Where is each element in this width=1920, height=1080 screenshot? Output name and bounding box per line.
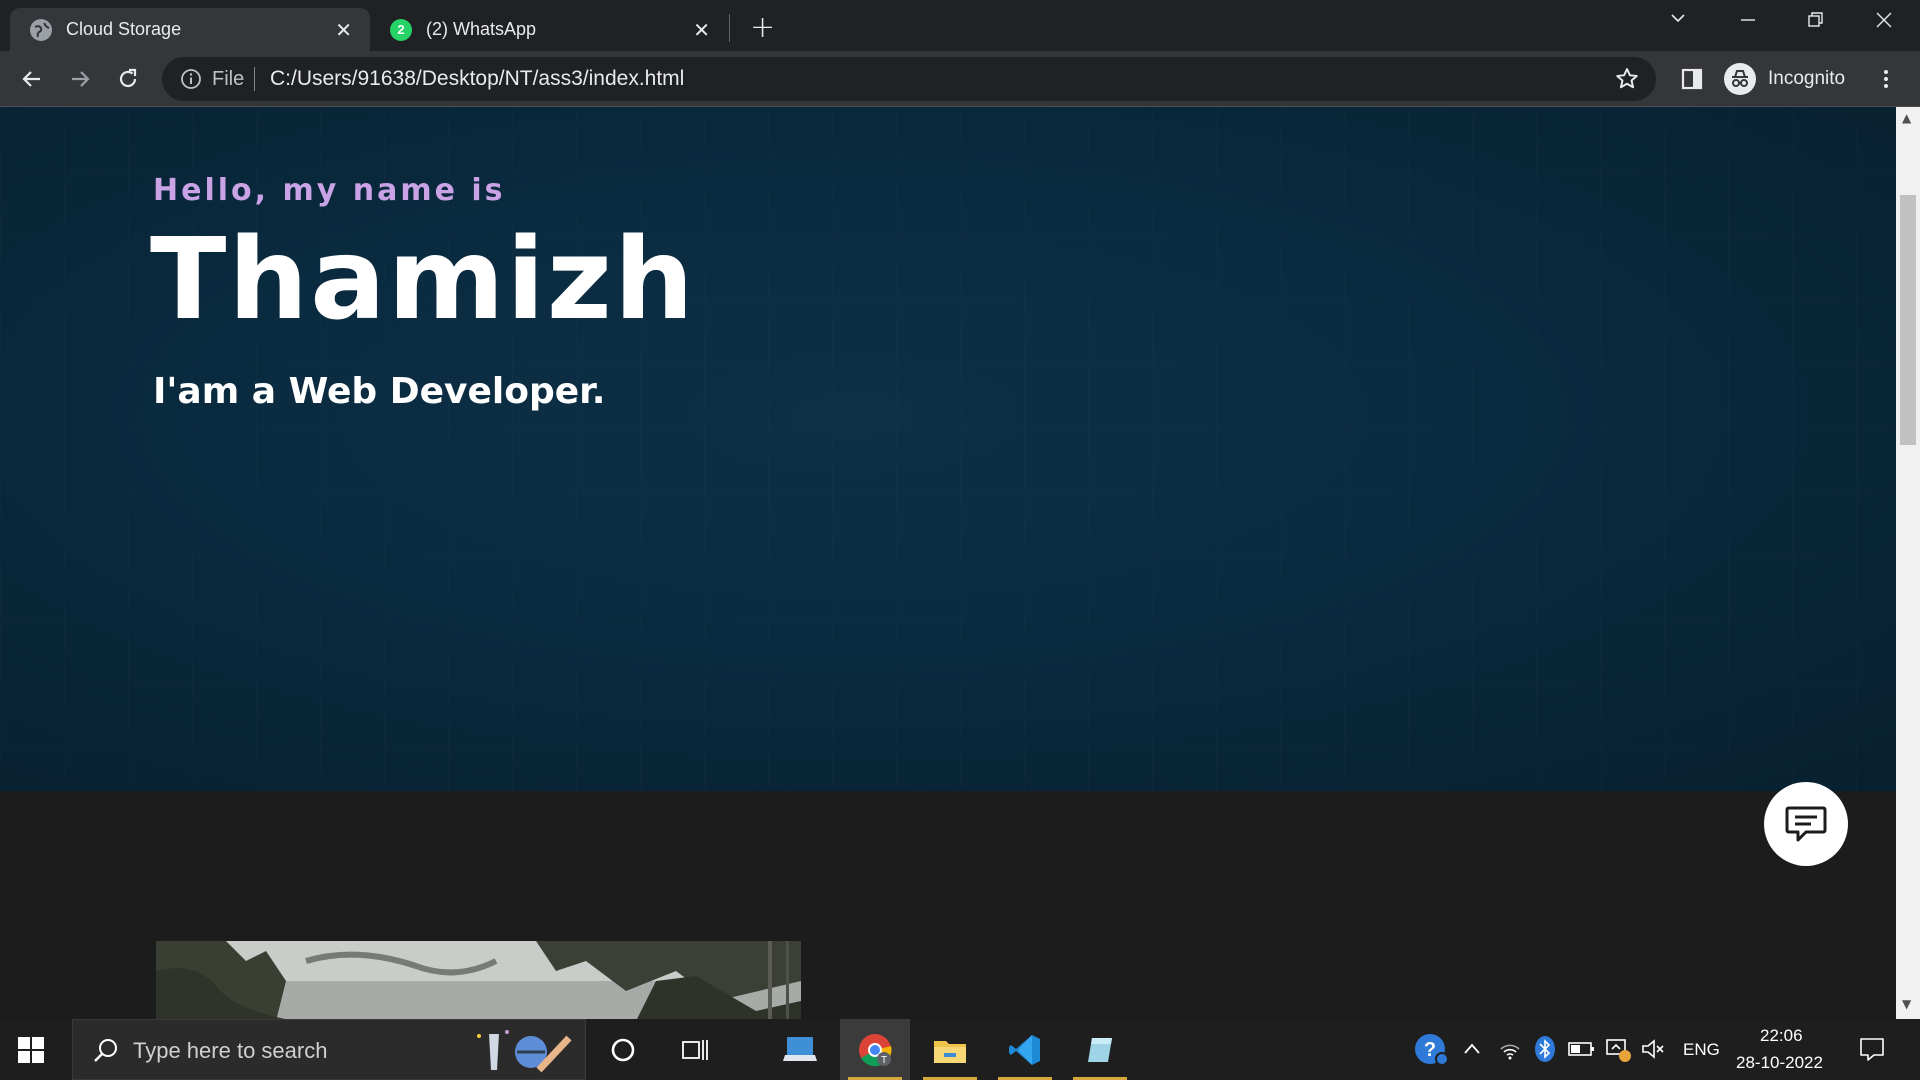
chat-icon (1785, 806, 1827, 842)
incognito-icon (1724, 63, 1756, 95)
wifi-icon[interactable] (1498, 1037, 1522, 1065)
taskbar-search-box[interactable]: Type here to search (72, 1019, 586, 1080)
battery-icon[interactable] (1568, 1039, 1596, 1063)
scroll-thumb[interactable] (1900, 195, 1916, 445)
tab-divider (729, 14, 730, 42)
hero-name: Thamizh (150, 215, 696, 345)
taskbar-app-desktop[interactable] (765, 1019, 835, 1080)
hero-background-pattern (0, 107, 1896, 791)
minimize-icon[interactable] (1738, 8, 1758, 33)
page-scrollbar[interactable]: ▲ ▼ (1896, 107, 1920, 1019)
bluetooth-icon[interactable] (1534, 1035, 1556, 1067)
task-view-icon[interactable] (660, 1019, 730, 1080)
new-tab-button[interactable]: + (750, 10, 775, 45)
omnibox-divider (254, 67, 255, 91)
menu-kebab-icon[interactable] (1868, 61, 1904, 97)
tab-cloud-storage[interactable]: Cloud Storage ✕ (10, 8, 370, 51)
search-icon (93, 1037, 119, 1067)
cricket-highlight-icon (469, 1026, 579, 1080)
address-bar[interactable]: File C:/Users/91638/Desktop/NT/ass3/inde… (162, 57, 1656, 101)
windows-start-icon[interactable] (18, 1037, 44, 1067)
reload-icon[interactable] (110, 61, 146, 97)
url-text[interactable]: C:/Users/91638/Desktop/NT/ass3/index.htm… (270, 67, 684, 91)
network-warning-icon[interactable] (1604, 1035, 1632, 1067)
tab-title: (2) WhatsApp (426, 19, 537, 39)
browser-toolbar: File C:/Users/91638/Desktop/NT/ass3/inde… (0, 51, 1920, 107)
taskbar-app-file-explorer[interactable] (915, 1019, 985, 1080)
search-placeholder: Type here to search (133, 1038, 328, 1063)
notification-center-icon[interactable] (1858, 1035, 1886, 1067)
svg-text:T: T (881, 1055, 887, 1066)
scroll-up-icon[interactable]: ▲ (1902, 111, 1911, 125)
incognito-profile-button[interactable]: Incognito (1720, 58, 1858, 100)
close-tab-icon[interactable]: ✕ (693, 18, 710, 43)
clock-time[interactable]: 22:06 (1760, 1026, 1803, 1046)
info-icon[interactable] (180, 68, 202, 94)
hero-role: I'am a Web Developer. (153, 371, 606, 412)
help-icon[interactable]: ? (1414, 1033, 1450, 1071)
clock-date[interactable]: 28-10-2022 (1736, 1053, 1823, 1073)
taskbar-app-chrome[interactable]: T (840, 1019, 910, 1080)
back-icon[interactable] (14, 61, 50, 97)
svg-text:?: ? (1424, 1039, 1436, 1061)
close-window-icon[interactable] (1874, 10, 1894, 35)
forward-icon[interactable] (62, 61, 98, 97)
tab-strip: Cloud Storage ✕ 2 (2) WhatsApp ✕ + (0, 0, 1920, 51)
greeting-text: Hello, my name is (153, 173, 506, 208)
globe-icon (30, 18, 52, 41)
speaker-muted-icon[interactable] (1640, 1037, 1666, 1065)
profile-label: Incognito (1768, 68, 1846, 89)
hero-section: Hello, my name is Thamizh I'am a Web Dev… (0, 107, 1896, 791)
page-viewport: Hello, my name is Thamizh I'am a Web Dev… (0, 107, 1896, 1019)
taskbar-app-notes[interactable] (1065, 1019, 1135, 1080)
close-tab-icon[interactable]: ✕ (335, 18, 352, 43)
show-hidden-icons-icon[interactable] (1462, 1039, 1482, 1063)
taskbar-app-vscode[interactable] (990, 1019, 1060, 1080)
restore-icon[interactable] (1806, 10, 1826, 35)
whatsapp-badge: 2 (397, 22, 405, 37)
bookmark-star-icon[interactable] (1614, 66, 1640, 96)
language-indicator[interactable]: ENG (1683, 1040, 1720, 1060)
scroll-down-icon[interactable]: ▼ (1902, 997, 1911, 1011)
windows-taskbar: Type here to search T ? ENG 22:06 28-10-… (0, 1019, 1920, 1080)
chat-button[interactable] (1764, 782, 1848, 866)
whatsapp-icon: 2 (390, 18, 412, 41)
side-panel-icon[interactable] (1674, 61, 1710, 97)
url-scheme-label: File (212, 68, 245, 90)
tab-whatsapp[interactable]: 2 (2) WhatsApp ✕ (370, 8, 728, 51)
tab-search-icon[interactable] (1668, 8, 1688, 33)
tab-title: Cloud Storage (66, 19, 182, 39)
about-photo (156, 941, 801, 1019)
cortana-icon[interactable] (588, 1019, 658, 1080)
